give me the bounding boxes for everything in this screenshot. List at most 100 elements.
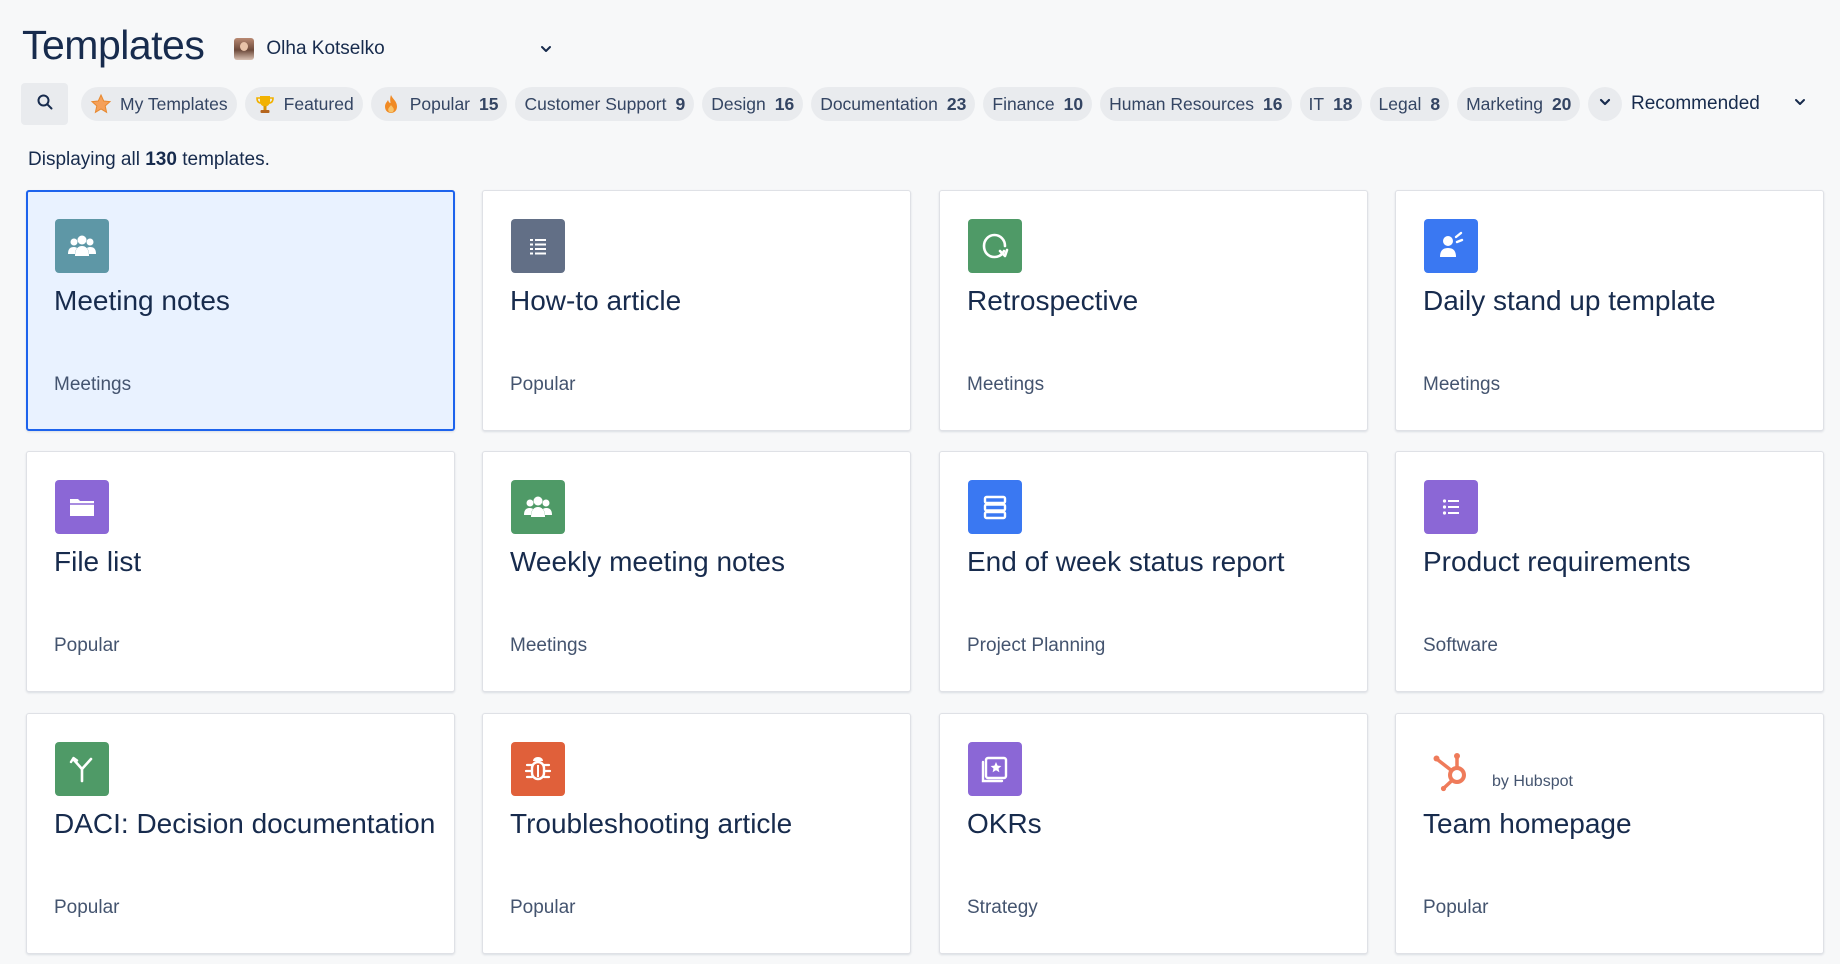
filter-chip-design[interactable]: Design 16 — [702, 87, 804, 121]
template-card-weekly-meeting-notes[interactable]: Weekly meeting notes Meetings — [482, 451, 911, 692]
filter-chip-it[interactable]: IT 18 — [1299, 87, 1362, 121]
template-card-daily-stand-up[interactable]: Daily stand up template Meetings — [1395, 190, 1824, 431]
filter-chip-featured[interactable]: Featured — [244, 87, 363, 121]
search-icon — [36, 93, 54, 116]
sort-label: Recommended — [1631, 93, 1760, 114]
filter-chip-finance[interactable]: Finance 10 — [983, 87, 1093, 121]
chip-label: Human Resources — [1109, 93, 1255, 114]
results-summary: Displaying all 130 templates. — [28, 149, 270, 171]
results-suffix: templates. — [182, 149, 270, 170]
chip-label: IT — [1308, 93, 1325, 114]
avatar — [234, 37, 255, 60]
card-title: End of week status report — [967, 546, 1285, 577]
filter-chip-legal[interactable]: Legal 8 — [1369, 87, 1450, 121]
bug-icon — [511, 742, 565, 796]
chip-count: 15 — [479, 93, 499, 114]
template-card-team-homepage[interactable]: by Hubspot Team homepage Popular — [1395, 713, 1824, 954]
sort-select[interactable]: Recommended — [1617, 89, 1817, 119]
chip-label: Design — [711, 93, 766, 114]
template-card-product-requirements[interactable]: Product requirements Software — [1395, 451, 1824, 692]
template-card-file-list[interactable]: File list Popular — [26, 451, 455, 692]
folder-icon — [55, 480, 109, 534]
chip-label: Marketing — [1466, 93, 1543, 114]
page-title: Templates — [22, 22, 205, 68]
chip-count: 10 — [1063, 93, 1084, 114]
trophy-icon — [254, 93, 276, 115]
card-category: Popular — [54, 897, 120, 918]
bullets-icon — [1424, 480, 1478, 534]
decision-icon — [55, 742, 109, 796]
star-icon — [90, 93, 112, 115]
template-card-meeting-notes[interactable]: Meeting notes Meetings — [26, 190, 455, 431]
retro-icon — [968, 219, 1022, 273]
filter-chip-human-resources[interactable]: Human Resources 16 — [1100, 87, 1292, 121]
card-title: Retrospective — [967, 285, 1139, 316]
user-name: Olha Kotselko — [266, 37, 385, 59]
chip-count: 9 — [675, 93, 686, 114]
chip-label: Documentation — [820, 93, 938, 114]
chip-count: 18 — [1333, 93, 1353, 114]
card-title: Team homepage — [1423, 808, 1632, 839]
chip-label: Popular — [409, 93, 471, 114]
template-card-okrs[interactable]: OKRs Strategy — [939, 713, 1368, 954]
filter-chip-documentation[interactable]: Documentation 23 — [811, 87, 976, 121]
card-title: Daily stand up template — [1423, 285, 1716, 316]
template-card-how-to-article[interactable]: How-to article Popular — [482, 190, 911, 431]
chevron-down-icon — [1598, 95, 1612, 114]
card-category: Meetings — [510, 635, 588, 656]
header: Templates Olha Kotselko — [22, 22, 554, 69]
chip-label: Legal — [1378, 93, 1422, 114]
card-title: OKRs — [967, 808, 1042, 839]
hubspot-icon — [1430, 748, 1474, 792]
chip-label: My Templates — [120, 93, 228, 114]
user-picker[interactable]: Olha Kotselko — [234, 37, 554, 60]
card-title: How-to article — [510, 285, 682, 316]
results-prefix: Displaying all — [28, 149, 140, 170]
chip-count: 16 — [1263, 93, 1283, 114]
card-title: Troubleshooting article — [510, 808, 793, 839]
card-title: DACI: Decision documentation — [54, 808, 436, 839]
card-category: Software — [1423, 635, 1498, 656]
card-title: File list — [54, 546, 142, 577]
chip-label: Customer Support — [524, 93, 667, 114]
report-icon — [968, 480, 1022, 534]
card-category: Meetings — [967, 374, 1045, 395]
chevron-down-icon — [538, 41, 554, 57]
card-title: Product requirements — [1423, 546, 1691, 577]
chip-label: Featured — [283, 93, 354, 114]
filter-chip-customer-support[interactable]: Customer Support 9 — [515, 87, 695, 121]
filter-chip-my-templates[interactable]: My Templates — [81, 87, 237, 121]
card-category: Strategy — [967, 897, 1038, 918]
list-icon — [511, 219, 565, 273]
flame-icon — [380, 93, 402, 115]
people-icon — [511, 480, 565, 534]
template-card-end-of-week-status-report[interactable]: End of week status report Project Planni… — [939, 451, 1368, 692]
card-category: Project Planning — [967, 635, 1106, 656]
template-card-retrospective[interactable]: Retrospective Meetings — [939, 190, 1368, 431]
people-icon — [55, 219, 109, 273]
card-category: Popular — [1423, 897, 1489, 918]
chip-count: 8 — [1430, 93, 1441, 114]
search-button[interactable] — [21, 83, 68, 125]
results-count: 130 — [145, 149, 177, 170]
chip-count: 20 — [1551, 93, 1572, 114]
filter-chip-popular[interactable]: Popular 15 — [370, 87, 508, 121]
card-category: Meetings — [54, 374, 132, 395]
star-frame-icon — [968, 742, 1022, 796]
filter-chip-marketing[interactable]: Marketing 20 — [1457, 87, 1581, 121]
card-category: Popular — [510, 897, 576, 918]
template-card-daci[interactable]: DACI: Decision documentation Popular — [26, 713, 455, 954]
card-category: Meetings — [1423, 374, 1501, 395]
chip-label: Finance — [992, 93, 1055, 114]
card-byline: by Hubspot — [1492, 773, 1573, 790]
filter-bar: My Templates Featured Popular 15 Custome… — [21, 83, 1623, 125]
template-card-troubleshooting-article[interactable]: Troubleshooting article Popular — [482, 713, 911, 954]
chip-count: 23 — [946, 93, 967, 114]
standup-icon — [1424, 219, 1478, 273]
card-title: Meeting notes — [54, 285, 230, 316]
card-title: Weekly meeting notes — [510, 546, 785, 577]
templates-page: Templates Olha Kotselko My Templates Fea… — [0, 0, 1840, 964]
card-category: Popular — [54, 635, 120, 656]
card-category: Popular — [510, 374, 576, 395]
chip-count: 16 — [774, 93, 795, 114]
